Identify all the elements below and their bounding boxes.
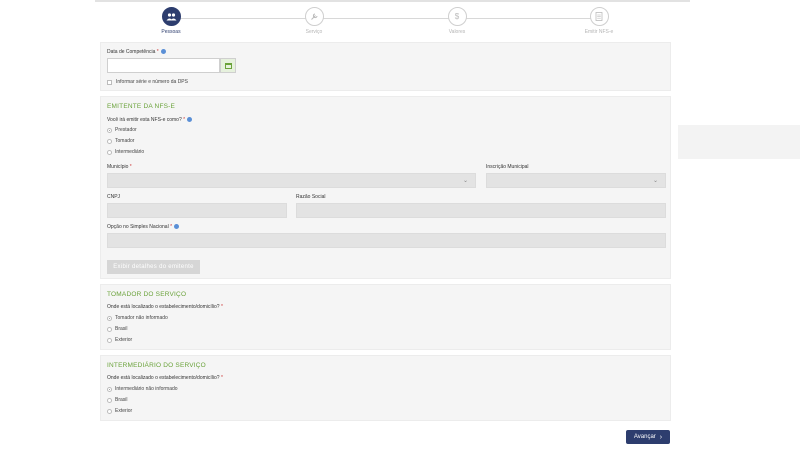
emitente-section: EMITENTE DA NFS-E Você irá emitir esta N… <box>100 96 671 279</box>
avancar-label: Avançar <box>633 434 656 440</box>
municipio-select[interactable]: ⌄ <box>107 173 476 188</box>
serie-checkbox[interactable]: Informar série e número da DPS <box>107 79 188 85</box>
municipio-label: Município * <box>107 164 132 170</box>
radio-dot[interactable] <box>107 386 112 392</box>
cnpj-label: CNPJ <box>107 194 121 200</box>
intermediario-section: INTERMEDIÁRIO DO SERVIÇO Onde está local… <box>100 355 671 421</box>
step-label: Pessoas <box>161 29 181 35</box>
calendar-icon <box>224 62 232 69</box>
cnpj-field[interactable] <box>107 203 287 218</box>
radio-dot[interactable] <box>107 326 112 332</box>
calendar-button[interactable] <box>220 58 236 73</box>
info-icon[interactable] <box>160 49 166 55</box>
radio-label: Prestador <box>115 127 137 133</box>
radio-tomador-nao-informado[interactable]: Tomador não informado <box>107 315 168 321</box>
tomador-section: TOMADOR DO SERVIÇO Onde está localizado … <box>100 284 671 350</box>
wizard-stepper: Pessoas Serviço $ Valores Emitir NFS-e <box>100 7 670 37</box>
radio-intermediario-brasil[interactable]: Brasil <box>107 397 128 403</box>
radio-dot[interactable] <box>107 408 112 414</box>
radio-label: Intermediário <box>115 149 145 155</box>
radio-dot[interactable] <box>107 337 112 343</box>
details-button[interactable]: Exibir detalhes do emitente <box>107 260 200 274</box>
simples-label: Opção no Simples Nacional * <box>107 224 180 230</box>
radio-label: Brasil <box>115 397 128 403</box>
info-icon[interactable] <box>174 224 180 230</box>
side-panel <box>678 125 800 159</box>
radio-label: Tomador não informado <box>115 315 168 321</box>
section-title: INTERMEDIÁRIO DO SERVIÇO <box>107 362 206 369</box>
section-title: EMITENTE DA NFS-E <box>107 103 176 110</box>
intermediario-question: Onde está localizado o estabelecimento/d… <box>107 375 223 381</box>
step-label: Serviço <box>305 29 323 35</box>
competencia-section: Data de Competência * Informar série e n… <box>100 42 671 91</box>
date-input[interactable] <box>107 58 220 73</box>
radio-dot[interactable] <box>107 397 112 403</box>
chevron-down-icon: ⌄ <box>652 178 658 184</box>
step-pessoas[interactable]: Pessoas <box>131 7 211 35</box>
radio-dot[interactable] <box>107 127 112 133</box>
chevron-right-icon: › <box>659 433 663 441</box>
razao-field[interactable] <box>296 203 666 218</box>
top-divider <box>95 0 690 2</box>
radio-tomador-exterior[interactable]: Exterior <box>107 337 132 343</box>
stepper-line <box>171 18 598 19</box>
radio-intermediario-nao-informado[interactable]: Intermediário não informado <box>107 386 178 392</box>
tomador-question: Onde está localizado o estabelecimento/d… <box>107 304 223 310</box>
step-label: Valores <box>448 29 466 35</box>
razao-label: Razão Social <box>296 194 326 200</box>
checkbox-box[interactable] <box>107 79 112 85</box>
step-emitir[interactable]: Emitir NFS-e <box>559 7 639 35</box>
radio-prestador[interactable]: Prestador <box>107 127 137 133</box>
dollar-icon: $ <box>447 7 467 26</box>
radio-dot[interactable] <box>107 149 112 155</box>
emit-question: Você irá emitir esta NFS-e como? * <box>107 117 193 123</box>
wrench-icon <box>304 7 324 26</box>
chevron-down-icon: ⌄ <box>462 178 468 184</box>
radio-label: Tomador <box>115 138 135 144</box>
document-icon <box>589 7 609 26</box>
avancar-button[interactable]: Avançar › <box>626 430 670 444</box>
radio-tomador-brasil[interactable]: Brasil <box>107 326 128 332</box>
checkbox-label: Informar série e número da DPS <box>116 79 188 85</box>
radio-label: Exterior <box>115 337 133 343</box>
step-valores[interactable]: $ Valores <box>417 7 497 35</box>
people-icon <box>161 7 181 26</box>
radio-dot[interactable] <box>107 138 112 144</box>
info-icon[interactable] <box>187 117 193 123</box>
date-label: Data de Competência * <box>107 49 166 55</box>
radio-intermediario[interactable]: Intermediário <box>107 149 144 155</box>
step-label: Emitir NFS-e <box>584 29 614 35</box>
inscricao-label: Inscrição Municipal <box>486 164 529 170</box>
radio-label: Intermediário não informado <box>115 386 178 392</box>
radio-label: Exterior <box>115 408 133 414</box>
radio-dot[interactable] <box>107 315 112 321</box>
step-servico[interactable]: Serviço <box>274 7 354 35</box>
radio-label: Brasil <box>115 326 128 332</box>
simples-field[interactable] <box>107 233 666 248</box>
radio-tomador[interactable]: Tomador <box>107 138 134 144</box>
section-title: TOMADOR DO SERVIÇO <box>107 291 187 298</box>
radio-intermediario-exterior[interactable]: Exterior <box>107 408 132 414</box>
inscricao-select[interactable]: ⌄ <box>486 173 666 188</box>
